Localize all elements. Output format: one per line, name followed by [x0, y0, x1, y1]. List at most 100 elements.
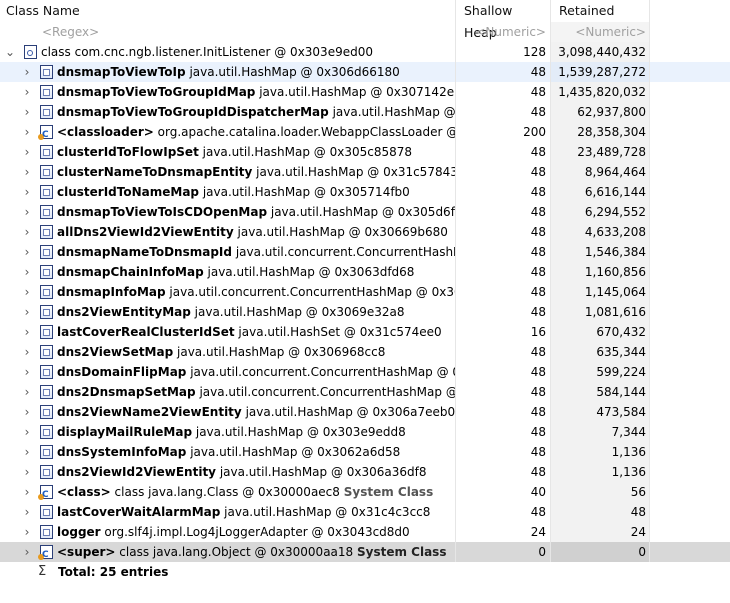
shallow-heap-cell: 48	[455, 502, 550, 522]
retained-heap-cell: 4,633,208	[550, 222, 650, 242]
table-row[interactable]: › dnsmapNameToDnsmapId java.util.concurre…	[0, 242, 730, 262]
chevron-right-icon[interactable]: ›	[21, 402, 33, 422]
root-label: class com.cnc.ngb.listener.InitListener …	[41, 45, 373, 59]
field-object-icon	[40, 345, 53, 359]
table-row[interactable]: › <super> class java.lang.Object @ 0x3000…	[0, 542, 730, 562]
chevron-right-icon[interactable]: ›	[21, 82, 33, 102]
retained-heap-cell: 56	[550, 482, 650, 502]
table-row[interactable]: › dnsmapChainInfoMap java.util.HashMap @ …	[0, 262, 730, 282]
field-name: dns2ViewId2ViewEntity	[57, 465, 217, 479]
chevron-right-icon[interactable]: ›	[21, 422, 33, 442]
chevron-right-icon[interactable]: ›	[21, 382, 33, 402]
table-row[interactable]: › clusterIdToNameMap java.util.HashMap @ …	[0, 182, 730, 202]
filter-retained-heap-input[interactable]: <Numeric>	[550, 22, 650, 42]
table-row[interactable]: › dns2ViewSetMap java.util.HashMap @ 0x30…	[0, 342, 730, 362]
field-object-icon	[40, 425, 53, 439]
table-row[interactable]: › lastCoverWaitAlarmMap java.util.HashMap…	[0, 502, 730, 522]
chevron-right-icon[interactable]: ›	[21, 222, 33, 242]
table-row[interactable]: › displayMailRuleMap java.util.HashMap @ …	[0, 422, 730, 442]
retained-heap-cell: 1,539,287,272	[550, 62, 650, 82]
header-retained-heap[interactable]: Retained Heap	[550, 0, 650, 40]
retained-heap-cell: 635,344	[550, 342, 650, 362]
object-reference: java.util.HashMap @ 0x3063dfd68	[207, 265, 415, 279]
root-shallow-heap: 128	[455, 42, 550, 62]
class-object-icon	[38, 545, 53, 562]
object-reference: java.util.HashMap @ 0x30669b680	[237, 225, 448, 239]
chevron-right-icon[interactable]: ›	[21, 322, 33, 342]
retained-heap-cell: 670,432	[550, 322, 650, 342]
chevron-right-icon[interactable]: ›	[21, 62, 33, 82]
filter-shallow-heap-input[interactable]: <Numeric>	[455, 22, 550, 42]
field-name: <super>	[57, 545, 116, 559]
chevron-right-icon[interactable]: ›	[21, 202, 33, 222]
table-row[interactable]: › dns2DnsmapSetMap java.util.concurrent.C…	[0, 382, 730, 402]
retained-heap-cell: 23,489,728	[550, 142, 650, 162]
table-row[interactable]: › dnsmapInfoMap java.util.concurrent.Conc…	[0, 282, 730, 302]
field-name: clusterNameToDnsmapEntity	[57, 165, 253, 179]
field-name: lastCoverRealClusterIdSet	[57, 325, 235, 339]
table-row[interactable]: › dnsDomainFlipMap java.util.concurrent.C…	[0, 362, 730, 382]
object-reference: java.util.HashMap @ 0x31c578438	[256, 165, 455, 179]
object-reference: java.util.HashMap @ 0x306d66180	[189, 65, 400, 79]
object-reference: class java.lang.Class @ 0x30000aec8	[114, 485, 340, 499]
field-name: dnsDomainFlipMap	[57, 365, 187, 379]
chevron-right-icon[interactable]: ›	[21, 242, 33, 262]
filter-class-name-input[interactable]: <Regex>	[0, 22, 455, 42]
chevron-right-icon[interactable]: ›	[21, 502, 33, 522]
table-row[interactable]: › dnsmapToViewToGroupIdMap java.util.Hash…	[0, 82, 730, 102]
table-row[interactable]: › dns2ViewId2ViewEntity java.util.HashMap…	[0, 462, 730, 482]
table-row[interactable]: › dnsmapToViewToIp java.util.HashMap @ 0x…	[0, 62, 730, 82]
header-class-name[interactable]: Class Name	[0, 0, 455, 22]
chevron-right-icon[interactable]: ›	[21, 102, 33, 122]
table-row[interactable]: › dns2ViewEntityMap java.util.HashMap @ 0…	[0, 302, 730, 322]
object-icon	[24, 45, 37, 59]
table-row[interactable]: › dnsmapToViewToIsCDOpenMap java.util.Has…	[0, 202, 730, 222]
field-object-icon	[40, 305, 53, 319]
table-row[interactable]: › clusterIdToFlowIpSet java.util.HashMap …	[0, 142, 730, 162]
chevron-right-icon[interactable]: ›	[21, 482, 33, 502]
root-row[interactable]: ⌄ class com.cnc.ngb.listener.InitListene…	[0, 42, 730, 62]
object-reference: org.apache.catalina.loader.WebappClassLo…	[157, 125, 455, 139]
retained-heap-cell: 1,160,856	[550, 262, 650, 282]
chevron-right-icon[interactable]: ›	[21, 142, 33, 162]
field-name: dnsmapInfoMap	[57, 285, 166, 299]
chevron-right-icon[interactable]: ›	[21, 522, 33, 542]
field-object-icon	[40, 65, 53, 79]
header-shallow-heap[interactable]: Shallow Heap	[455, 0, 550, 40]
chevron-right-icon[interactable]: ›	[21, 362, 33, 382]
table-row[interactable]: › lastCoverRealClusterIdSet java.util.Has…	[0, 322, 730, 342]
chevron-right-icon[interactable]: ›	[21, 542, 33, 562]
table-row[interactable]: › <class> class java.lang.Class @ 0x30000…	[0, 482, 730, 502]
chevron-right-icon[interactable]: ›	[21, 122, 33, 142]
sigma-icon: Σ	[38, 564, 47, 579]
object-reference: class java.lang.Object @ 0x30000aa18	[119, 545, 354, 559]
column-headers: Class Name Shallow Heap Retained Heap	[0, 0, 730, 40]
table-row[interactable]: › dnsSystemInfoMap java.util.HashMap @ 0x…	[0, 442, 730, 462]
field-name: dnsmapToViewToIp	[57, 65, 186, 79]
field-object-icon	[40, 85, 53, 99]
field-object-icon	[40, 445, 53, 459]
retained-heap-cell: 6,294,552	[550, 202, 650, 222]
table-row[interactable]: › allDns2ViewId2ViewEntity java.util.Hash…	[0, 222, 730, 242]
shallow-heap-cell: 48	[455, 422, 550, 442]
chevron-right-icon[interactable]: ›	[21, 162, 33, 182]
chevron-right-icon[interactable]: ›	[21, 462, 33, 482]
chevron-down-icon[interactable]: ⌄	[4, 42, 16, 62]
chevron-right-icon[interactable]: ›	[21, 302, 33, 322]
shallow-heap-cell: 48	[455, 62, 550, 82]
chevron-right-icon[interactable]: ›	[21, 182, 33, 202]
class-object-icon	[38, 125, 53, 142]
chevron-right-icon[interactable]: ›	[21, 342, 33, 362]
chevron-right-icon[interactable]: ›	[21, 262, 33, 282]
table-row[interactable]: › <classloader> org.apache.catalina.loade…	[0, 122, 730, 142]
shallow-heap-cell: 48	[455, 462, 550, 482]
table-row[interactable]: › logger org.slf4j.impl.Log4jLoggerAdapte…	[0, 522, 730, 542]
chevron-right-icon[interactable]: ›	[21, 442, 33, 462]
table-row[interactable]: › dnsmapToViewToGroupIdDispatcherMap java…	[0, 102, 730, 122]
table-row[interactable]: › dns2ViewName2ViewEntity java.util.HashM…	[0, 402, 730, 422]
object-reference: java.util.HashMap @ 0x31c4c3cc8	[224, 505, 431, 519]
object-reference: java.util.HashMap @ 0x305714fb0	[202, 185, 410, 199]
retained-heap-cell: 62,937,800	[550, 102, 650, 122]
table-row[interactable]: › clusterNameToDnsmapEntity java.util.Has…	[0, 162, 730, 182]
chevron-right-icon[interactable]: ›	[21, 282, 33, 302]
